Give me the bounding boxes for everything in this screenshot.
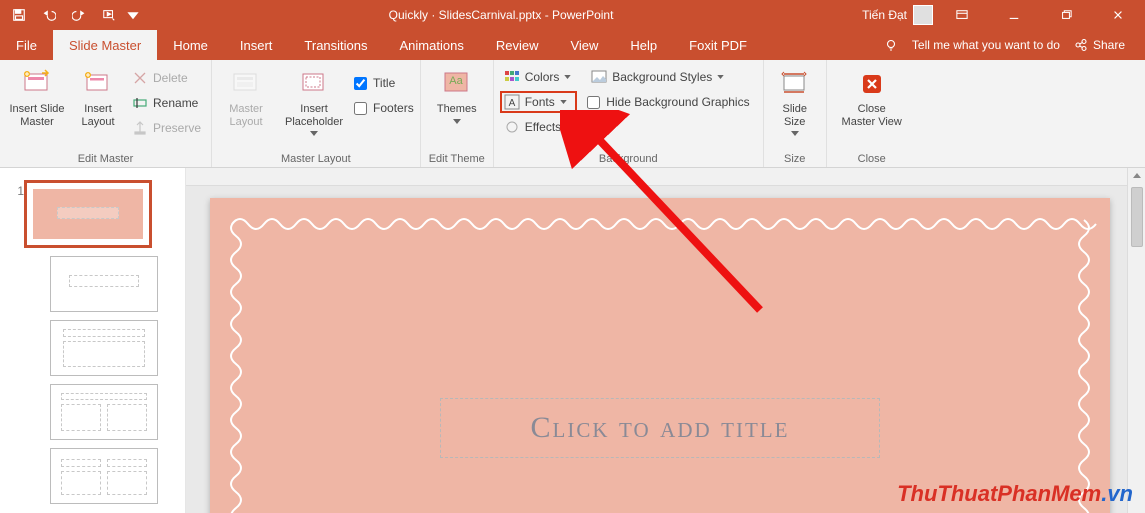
chevron-down-icon (310, 131, 318, 136)
group-label-edit-theme: Edit Theme (427, 153, 487, 167)
ribbon-tabs: File Slide Master Home Insert Transition… (0, 30, 1145, 60)
share-button[interactable]: Share (1074, 38, 1125, 52)
tab-foxit-pdf[interactable]: Foxit PDF (673, 30, 763, 60)
title-placeholder[interactable]: Click to add title (440, 398, 880, 458)
background-styles-button[interactable]: Background Styles (587, 66, 749, 88)
restore-button[interactable] (1043, 0, 1089, 30)
decorative-border (222, 210, 1098, 513)
tab-file[interactable]: File (0, 30, 53, 60)
group-label-close: Close (833, 153, 911, 167)
minimize-button[interactable] (991, 0, 1037, 30)
tell-me-search[interactable]: Tell me what you want to do (912, 38, 1060, 52)
ribbon: Insert Slide Master Insert Layout Delete… (0, 60, 1145, 168)
layout-thumbnail[interactable] (50, 256, 158, 312)
fonts-icon: A (504, 94, 520, 110)
layout-thumbnail[interactable] (50, 320, 158, 376)
tab-help[interactable]: Help (614, 30, 673, 60)
effects-button[interactable]: Effects (500, 116, 577, 138)
group-edit-theme: Aa Themes Edit Theme (421, 60, 494, 167)
group-master-layout: Master Layout Insert Placeholder Title F… (212, 60, 421, 167)
qat-customize-button[interactable] (126, 2, 140, 28)
chevron-down-icon (560, 100, 567, 104)
svg-text:A: A (508, 98, 515, 109)
document-title: Quickly · SlidesCarnival.pptx - PowerPoi… (140, 8, 862, 22)
chevron-down-icon (453, 119, 461, 124)
colors-button[interactable]: Colors (500, 66, 577, 88)
themes-button[interactable]: Aa Themes (427, 64, 487, 128)
lightbulb-icon (884, 38, 898, 52)
tab-review[interactable]: Review (480, 30, 555, 60)
tab-animations[interactable]: Animations (384, 30, 480, 60)
close-window-button[interactable] (1095, 0, 1141, 30)
chevron-down-icon (566, 125, 573, 129)
titlebar: Quickly · SlidesCarnival.pptx - PowerPoi… (0, 0, 1145, 30)
rename-button[interactable]: Rename (128, 92, 205, 114)
user-name[interactable]: Tiến Đạt (862, 8, 907, 22)
save-button[interactable] (6, 2, 32, 28)
tab-transitions[interactable]: Transitions (288, 30, 383, 60)
slide-canvas[interactable]: Click to add title (210, 198, 1110, 513)
tab-home[interactable]: Home (157, 30, 224, 60)
quick-access-toolbar (0, 2, 140, 28)
horizontal-scrollbar-area[interactable] (186, 168, 1127, 186)
thumbnail-pane[interactable]: 1 (0, 168, 186, 513)
title-checkbox[interactable]: Title (354, 72, 414, 94)
tab-slide-master[interactable]: Slide Master (53, 30, 157, 60)
master-layout-button: Master Layout (218, 64, 274, 132)
tab-view[interactable]: View (554, 30, 614, 60)
workspace: 1 (0, 168, 1145, 513)
group-edit-master: Insert Slide Master Insert Layout Delete… (0, 60, 212, 167)
insert-placeholder-button[interactable]: Insert Placeholder (278, 64, 350, 140)
group-label-master-layout: Master Layout (218, 153, 414, 167)
ribbon-display-options-button[interactable] (939, 0, 985, 30)
chevron-down-icon (717, 75, 724, 79)
effects-icon (504, 119, 520, 135)
group-size: Slide Size Size (764, 60, 827, 167)
undo-button[interactable] (36, 2, 62, 28)
slide-master-thumbnail[interactable] (24, 180, 152, 248)
group-label-size: Size (770, 153, 820, 167)
group-close: Close Master View Close (827, 60, 917, 167)
chevron-down-icon (791, 131, 799, 136)
delete-button: Delete (128, 67, 205, 89)
layout-thumbnail[interactable] (50, 384, 158, 440)
user-avatar[interactable] (913, 5, 933, 25)
tab-insert[interactable]: Insert (224, 30, 289, 60)
scroll-up-icon[interactable] (1132, 171, 1142, 181)
svg-text:Aa: Aa (449, 75, 463, 87)
slide-number: 1 (10, 180, 24, 198)
scrollbar-thumb[interactable] (1131, 187, 1143, 247)
slide-editor[interactable]: Click to add title (186, 168, 1145, 513)
background-styles-icon (591, 69, 607, 85)
group-label-background: Background (500, 153, 757, 167)
start-from-beginning-button[interactable] (96, 2, 122, 28)
close-master-view-button[interactable]: Close Master View (833, 64, 911, 132)
watermark: ThuThuatPhanMem.vn (897, 481, 1133, 507)
vertical-scrollbar[interactable] (1127, 168, 1145, 513)
fonts-button[interactable]: A Fonts (500, 91, 577, 113)
insert-slide-master-button[interactable]: Insert Slide Master (6, 64, 68, 132)
redo-button[interactable] (66, 2, 92, 28)
insert-layout-button[interactable]: Insert Layout (72, 64, 124, 132)
footers-checkbox[interactable]: Footers (354, 97, 414, 119)
hide-background-graphics-checkbox[interactable]: Hide Background Graphics (587, 91, 749, 113)
group-background: Colors A Fonts Effects Background Sty (494, 60, 764, 167)
colors-icon (504, 69, 520, 85)
layout-thumbnail[interactable] (50, 448, 158, 504)
chevron-down-icon (564, 75, 571, 79)
delete-icon (132, 70, 148, 86)
group-label-edit-master: Edit Master (6, 153, 205, 167)
slide-size-button[interactable]: Slide Size (770, 64, 820, 140)
rename-icon (132, 95, 148, 111)
preserve-button: Preserve (128, 117, 205, 139)
preserve-icon (132, 120, 148, 136)
